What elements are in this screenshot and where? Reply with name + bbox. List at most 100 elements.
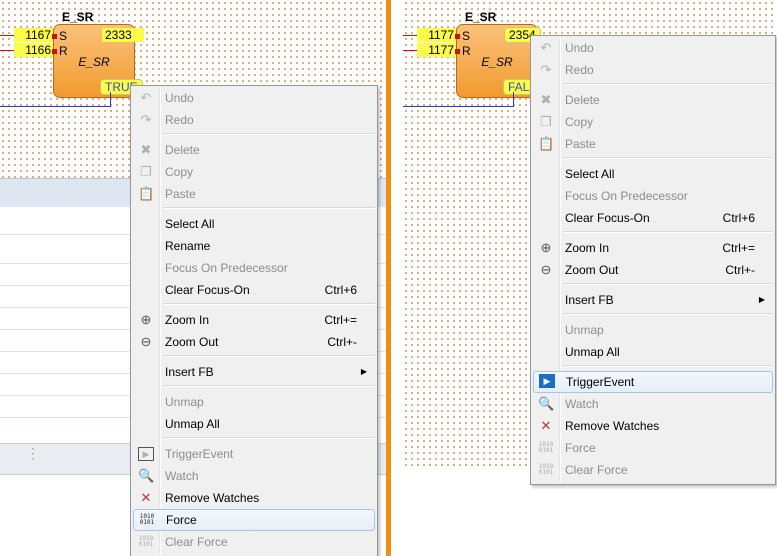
menu-item-select-all[interactable]: Select All xyxy=(133,213,375,235)
context-menu: ↶ Undo ↷ Redo ✖ Delete ❐ Copy 📋 Paste Select … xyxy=(530,35,776,485)
menu-item-copy[interactable]: ❐ Copy xyxy=(133,161,375,183)
wire-r xyxy=(0,50,14,51)
zoom-in-icon: ⊕ xyxy=(540,240,552,255)
wire-q xyxy=(0,106,111,107)
left-editor-panel: E_SR 1167 1166 S R EO Q E_SR 2333 TRUE ⋮… xyxy=(0,0,386,556)
context-menu: ↶ Undo ↷ Redo ✖ Delete ❐ Copy 📋 Paste Select … xyxy=(130,85,378,556)
right-editor-panel: E_SR 1177 1177 S R EO Q E_SR 2354 FALSE … xyxy=(403,0,777,556)
menu-item-unmap[interactable]: Unmap xyxy=(133,391,375,413)
menu-item-unmap-all[interactable]: Unmap All xyxy=(133,413,375,435)
menu-item-rename[interactable]: Rename xyxy=(133,235,375,257)
remove-watches-icon: ✕ xyxy=(140,490,152,505)
pin-s[interactable] xyxy=(52,34,57,39)
menu-item-delete[interactable]: ✖ Delete xyxy=(133,139,375,161)
menu-separator xyxy=(563,83,773,85)
wire-s xyxy=(403,35,417,36)
copy-icon: ❐ xyxy=(140,164,152,179)
fb-instance-name[interactable]: E_SR xyxy=(62,10,93,24)
input-r-value[interactable]: 1166 xyxy=(14,43,54,57)
menu-item-unmap[interactable]: Unmap xyxy=(533,319,773,341)
delete-icon: ✖ xyxy=(540,92,552,107)
paste-icon: 📋 xyxy=(138,186,155,201)
menu-item-copy[interactable]: ❐ Copy xyxy=(533,111,773,133)
output-eo-value[interactable]: 2333 xyxy=(102,28,144,42)
submenu-arrow-icon: ▶ xyxy=(360,367,367,376)
fb-type-name: E_SR xyxy=(481,55,513,69)
menu-separator xyxy=(563,365,773,367)
menu-item-zoom-in[interactable]: ⊕ Zoom In Ctrl+= xyxy=(533,237,773,259)
clear-force-icon: 1010 0101 xyxy=(538,463,554,476)
wire-r xyxy=(403,50,417,51)
trigger-event-icon: ▶ xyxy=(138,447,154,461)
menu-item-paste[interactable]: 📋 Paste xyxy=(133,183,375,205)
menu-item-delete[interactable]: ✖ Delete xyxy=(533,89,773,111)
menu-item-redo[interactable]: ↷ Redo xyxy=(533,59,773,81)
menu-item-clear-force[interactable]: 1010 0101 Clear Force xyxy=(533,459,773,481)
menu-item-zoom-in[interactable]: ⊕ Zoom In Ctrl+= xyxy=(133,309,375,331)
menu-separator xyxy=(163,355,375,357)
menu-separator xyxy=(163,133,375,135)
menu-separator xyxy=(563,313,773,315)
force-binary-icon: 1010 0101 xyxy=(538,441,554,454)
menu-separator xyxy=(563,283,773,285)
zoom-in-icon: ⊕ xyxy=(140,312,152,327)
menu-item-remove-watches[interactable]: ✕ Remove Watches xyxy=(533,415,773,437)
fb-type-name: E_SR xyxy=(78,55,110,69)
menu-item-zoom-out[interactable]: ⊖ Zoom Out Ctrl+- xyxy=(133,331,375,353)
submenu-arrow-icon: ▶ xyxy=(758,295,765,304)
menu-item-zoom-out[interactable]: ⊖ Zoom Out Ctrl+- xyxy=(533,259,773,281)
menu-item-clear-focus[interactable]: Clear Focus-On Ctrl+6 xyxy=(133,279,375,301)
menu-item-undo[interactable]: ↶ Undo xyxy=(533,37,773,59)
wire-q xyxy=(403,106,514,107)
copy-icon: ❐ xyxy=(540,114,552,129)
menu-item-force[interactable]: 1010 0101 Force xyxy=(133,509,375,531)
menu-item-insert-fb[interactable]: Insert FB ▶ xyxy=(133,361,375,383)
fb-instance-name[interactable]: E_SR xyxy=(465,10,496,24)
redo-icon: ↷ xyxy=(140,112,152,127)
menu-item-remove-watches[interactable]: ✕ Remove Watches xyxy=(133,487,375,509)
zoom-out-icon: ⊖ xyxy=(140,334,152,349)
menu-item-paste[interactable]: 📋 Paste xyxy=(533,133,773,155)
menu-item-unmap-all[interactable]: Unmap All xyxy=(533,341,773,363)
menu-separator xyxy=(163,437,375,439)
watch-icon: 🔍 xyxy=(138,468,155,483)
panel-divider xyxy=(386,0,391,556)
trigger-event-icon: ▶ xyxy=(539,374,555,388)
menu-item-watch[interactable]: 🔍 Watch xyxy=(533,393,773,415)
menu-item-trigger-event[interactable]: ▶ TriggerEvent xyxy=(133,443,375,465)
menu-item-watch[interactable]: 🔍 Watch xyxy=(133,465,375,487)
delete-icon: ✖ xyxy=(140,142,152,157)
pin-r[interactable] xyxy=(455,49,460,54)
undo-icon: ↶ xyxy=(140,90,152,105)
menu-item-undo[interactable]: ↶ Undo xyxy=(133,87,375,109)
pin-r[interactable] xyxy=(52,49,57,54)
watch-icon: 🔍 xyxy=(538,396,555,411)
menu-item-select-all[interactable]: Select All xyxy=(533,163,773,185)
menu-item-insert-fb[interactable]: Insert FB ▶ xyxy=(533,289,773,311)
menu-separator xyxy=(163,207,375,209)
wire-s xyxy=(0,35,14,36)
menu-separator xyxy=(563,231,773,233)
menu-item-force[interactable]: 1010 0101 Force xyxy=(533,437,773,459)
input-s-value[interactable]: 1177 xyxy=(417,28,457,42)
wire-q-vertical xyxy=(513,92,514,106)
redo-icon: ↷ xyxy=(540,62,552,77)
port-s-label: S xyxy=(462,29,471,43)
menu-item-focus-predecessor[interactable]: Focus On Predecessor xyxy=(133,257,375,279)
menu-item-clear-force[interactable]: 1010 0101 Clear Force xyxy=(133,531,375,553)
menu-item-trigger-event[interactable]: ▶ TriggerEvent xyxy=(533,371,773,393)
input-r-value[interactable]: 1177 xyxy=(417,43,457,57)
menu-separator xyxy=(163,385,375,387)
menu-item-clear-focus[interactable]: Clear Focus-On Ctrl+6 xyxy=(533,207,773,229)
menu-item-focus-predecessor[interactable]: Focus On Predecessor xyxy=(533,185,773,207)
menu-separator xyxy=(163,303,375,305)
undo-icon: ↶ xyxy=(540,40,552,55)
pin-s[interactable] xyxy=(455,34,460,39)
menu-separator xyxy=(563,157,773,159)
remove-watches-icon: ✕ xyxy=(540,418,552,433)
input-s-value[interactable]: 1167 xyxy=(14,28,54,42)
menu-item-redo[interactable]: ↷ Redo xyxy=(133,109,375,131)
force-binary-icon: 1010 0101 xyxy=(139,513,155,526)
splitter-grip-icon: ⋮ xyxy=(26,445,40,461)
port-s-label: S xyxy=(59,29,68,43)
